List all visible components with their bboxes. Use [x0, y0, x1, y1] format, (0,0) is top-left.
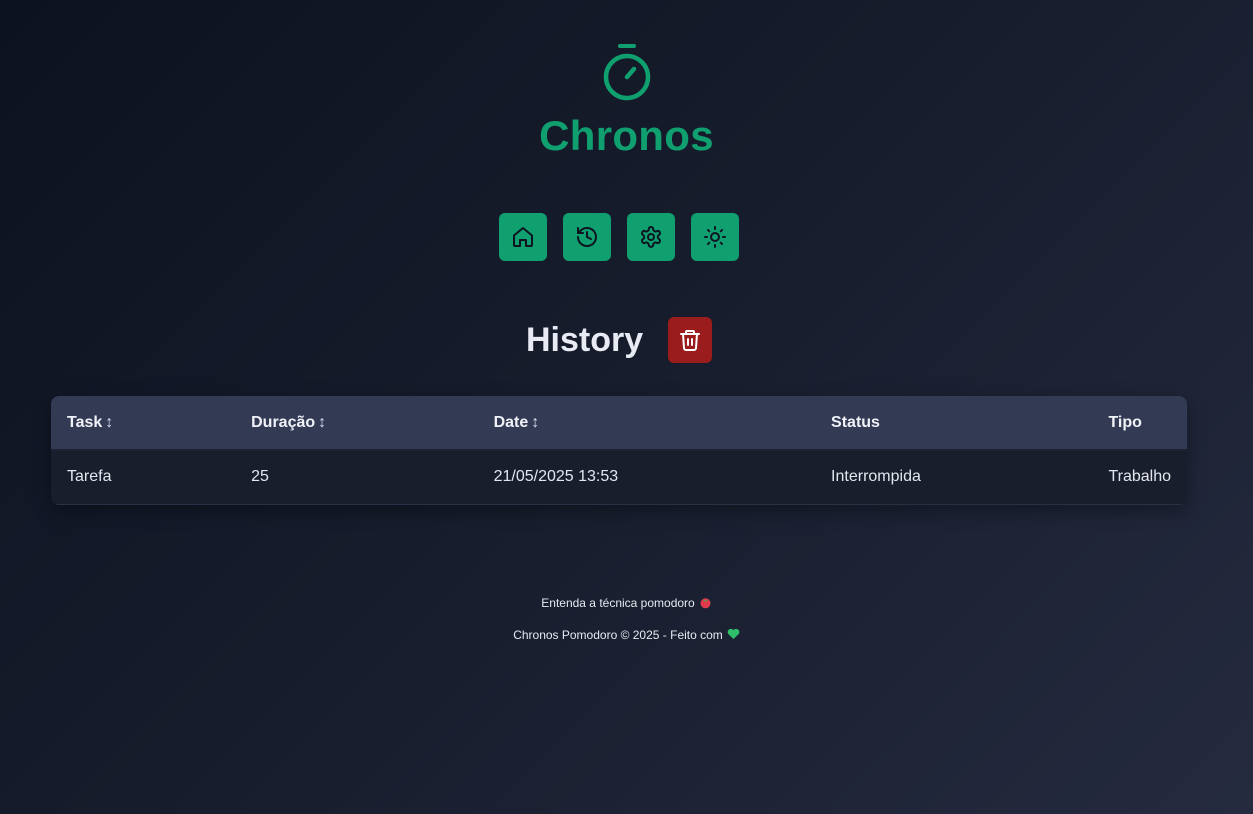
- history-table: Task ↕ Duração ↕ Date ↕ Status Tipo Tarefa …: [51, 396, 1187, 505]
- tomato-icon: [699, 596, 712, 612]
- logo: [0, 40, 1253, 109]
- column-header-duration[interactable]: Duração ↕: [235, 396, 478, 451]
- column-header-label: Task: [67, 413, 103, 431]
- column-header-date[interactable]: Date ↕: [477, 396, 816, 451]
- column-header-task[interactable]: Task ↕: [51, 396, 236, 451]
- stopwatch-icon: [599, 40, 655, 104]
- copyright-text: Chronos Pomodoro © 2025 - Feito com: [513, 628, 723, 642]
- main-nav: [499, 213, 739, 261]
- home-icon: [513, 227, 533, 247]
- settings-button[interactable]: [627, 213, 675, 261]
- cell-date: 21/05/2025 13:53: [477, 450, 816, 505]
- table-header-row: Task ↕ Duração ↕ Date ↕ Status Tipo: [51, 396, 1187, 451]
- page-title: History: [526, 320, 644, 359]
- theme-toggle-button[interactable]: [691, 213, 739, 261]
- history-button[interactable]: [563, 213, 611, 261]
- sun-icon: [704, 226, 726, 248]
- trash-icon: [680, 330, 700, 351]
- cell-status: Interrompida: [815, 450, 1093, 505]
- column-header-status: Status: [815, 396, 1093, 451]
- clear-history-button[interactable]: [668, 317, 712, 363]
- cell-duration: 25: [235, 450, 478, 505]
- green-heart-icon: [727, 628, 740, 643]
- pomodoro-info-text: Entenda a técnica pomodoro: [541, 596, 695, 611]
- pomodoro-info-link[interactable]: Entenda a técnica pomodoro: [0, 596, 1253, 612]
- column-header-type: Tipo: [1092, 396, 1187, 451]
- app-title: Chronos: [539, 112, 714, 159]
- history-icon: [577, 227, 597, 247]
- sort-icon: ↕: [318, 413, 327, 431]
- sort-icon: ↕: [105, 413, 114, 431]
- cell-type: Trabalho: [1092, 450, 1187, 505]
- copyright: Chronos Pomodoro © 2025 - Feito com: [0, 628, 1253, 643]
- home-button[interactable]: [499, 213, 547, 261]
- table-row: Tarefa 25 21/05/2025 13:53 Interrompida …: [51, 450, 1187, 505]
- cell-task: Tarefa: [51, 450, 236, 505]
- column-header-label: Duração: [251, 413, 316, 431]
- sort-icon: ↕: [531, 413, 540, 431]
- gear-icon: [641, 226, 661, 248]
- column-header-label: Date: [493, 413, 529, 431]
- history-header: History: [526, 317, 712, 363]
